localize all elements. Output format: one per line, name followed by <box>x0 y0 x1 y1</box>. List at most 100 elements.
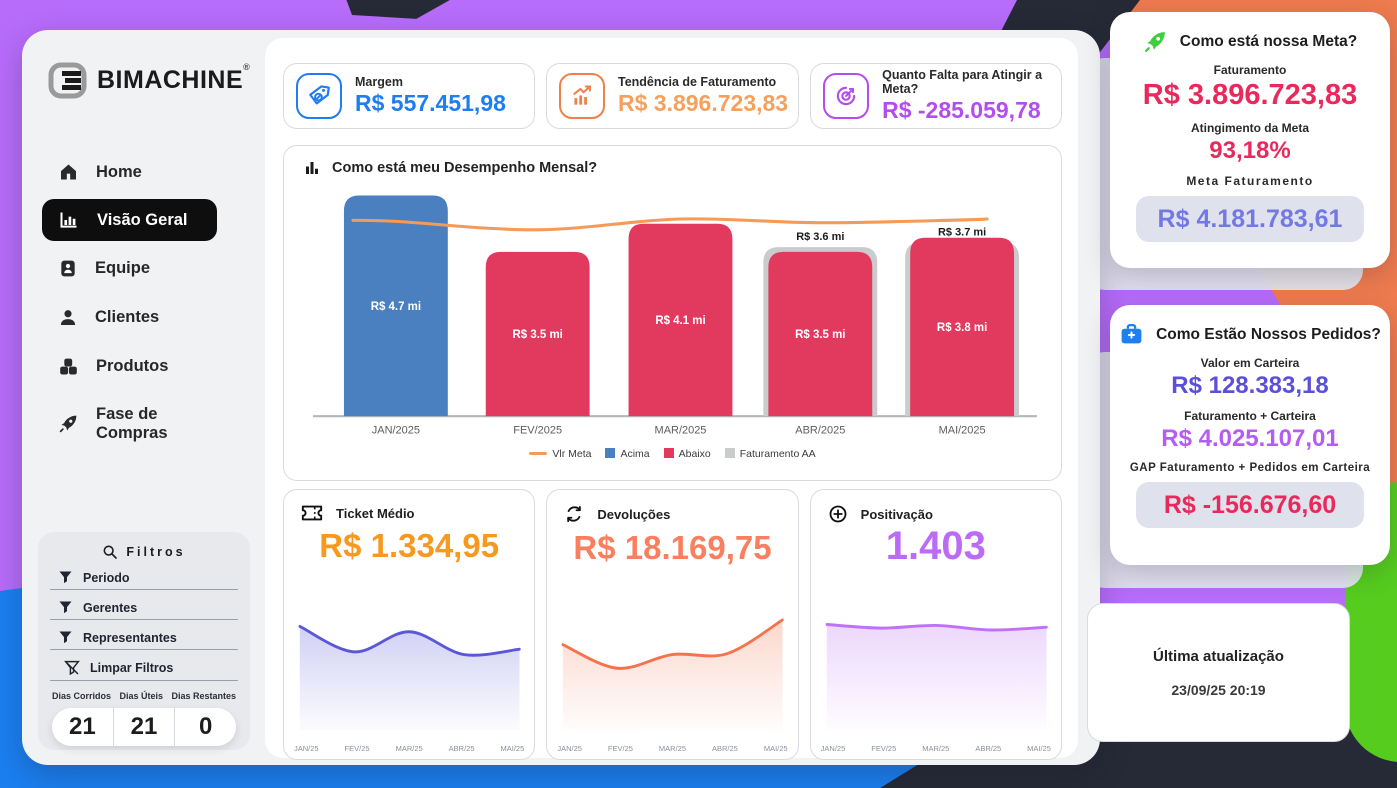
atingimento-label: Atingimento da Meta <box>1110 121 1390 135</box>
filters-panel: Filtros Periodo Gerentes Representantes … <box>38 532 250 750</box>
app-panel: BIMACHINE® Home Visão Geral Equipe <box>22 30 1100 765</box>
svg-text:R$ 3.7 mi: R$ 3.7 mi <box>938 226 986 238</box>
sparkline-x-label: ABR/25 <box>975 744 1001 753</box>
legend-item[interactable]: Abaixo <box>664 448 711 460</box>
devolucoes-sparkline <box>555 599 789 737</box>
chart-legend: Vlr Meta Acima Abaixo Faturamento AA <box>298 443 1047 465</box>
sidebar-item-label: Equipe <box>95 259 150 278</box>
kpi-card-falta-meta[interactable]: Quanto Falta para Atingir a Meta? R$ -28… <box>810 63 1062 129</box>
mini-card-header: Ticket Médio <box>284 490 534 522</box>
svg-text:R$ 4.1 mi: R$ 4.1 mi <box>655 314 705 327</box>
filter-label: Limpar Filtros <box>90 661 173 675</box>
bar-chart-icon <box>58 210 80 230</box>
pedidos-card-title: Como Estão Nossos Pedidos? <box>1156 326 1381 344</box>
last-update-title: Última atualização <box>1153 648 1284 665</box>
sparkline-x-label: MAI/25 <box>501 744 525 753</box>
sidebar-item-visao-geral[interactable]: Visão Geral <box>42 199 217 241</box>
brand-name: BIMACHINE <box>97 66 243 94</box>
filters-header: Filtros <box>50 544 238 560</box>
dias-corridos-value: 21 <box>52 708 113 746</box>
atingimento-value: 93,18% <box>1110 137 1390 165</box>
user-icon <box>58 307 78 328</box>
valor-carteira-label: Valor em Carteira <box>1110 356 1390 370</box>
svg-text:ABR/2025: ABR/2025 <box>795 425 845 437</box>
brand-logo: BIMACHINE® <box>48 62 265 99</box>
legend-swatch <box>605 448 615 458</box>
faturamento-value: R$ 3.896.723,83 <box>1110 79 1390 112</box>
bimachine-logo-icon <box>48 62 88 99</box>
dias-restantes-label: Dias Restantes <box>171 691 236 701</box>
legend-item[interactable]: Vlr Meta <box>529 448 591 460</box>
kpi-card-margem[interactable]: Margem R$ 557.451,98 <box>283 63 535 129</box>
gap-label: GAP Faturamento + Pedidos em Carteira <box>1110 462 1390 474</box>
svg-text:R$ 4.7 mi: R$ 4.7 mi <box>371 300 421 313</box>
sidebar-item-produtos[interactable]: Produtos <box>22 345 265 388</box>
sync-icon <box>564 504 584 524</box>
chart-header: Como está meu Desempenho Mensal? <box>298 159 1047 177</box>
ticket-medio-card[interactable]: Ticket Médio R$ 1.334,95 JAN/25FEV/25MAR… <box>283 489 535 760</box>
ticket-icon <box>301 504 323 522</box>
sidebar-item-label: Produtos <box>96 357 168 376</box>
filter-gerentes[interactable]: Gerentes <box>50 593 238 620</box>
sparkline-x-label: FEV/25 <box>871 744 896 753</box>
sparkline-x-label: ABR/25 <box>449 744 475 753</box>
sidebar-item-fase-de-compras[interactable]: Fase de Compras <box>22 394 265 454</box>
monthly-performance-chart[interactable]: R$ 3.6 miR$ 3.7 miR$ 4.7 miJAN/2025R$ 3.… <box>298 183 1047 443</box>
kpi-card-tendencia[interactable]: Tendência de Faturamento R$ 3.896.723,83 <box>546 63 799 129</box>
mini-card-value: R$ 18.169,75 <box>547 529 797 567</box>
funnel-icon <box>58 630 73 645</box>
filter-periodo[interactable]: Periodo <box>50 563 238 590</box>
sidebar-item-clientes[interactable]: Clientes <box>22 296 265 339</box>
positivacao-card[interactable]: Positivação 1.403 JAN/25FEV/25MAR/25ABR/… <box>810 489 1062 760</box>
svg-text:FEV/2025: FEV/2025 <box>513 425 562 437</box>
sparkline-x-label: MAI/25 <box>764 744 788 753</box>
faturamento-label: Faturamento <box>1110 63 1390 77</box>
meta-card-header: Como está nossa Meta? <box>1110 29 1390 54</box>
funnel-icon <box>58 600 73 615</box>
mini-cards-row: Ticket Médio R$ 1.334,95 JAN/25FEV/25MAR… <box>283 489 1062 760</box>
filter-label: Gerentes <box>83 601 137 615</box>
ticket-medio-sparkline <box>292 599 526 737</box>
last-update-card: Última atualização 23/09/25 20:19 <box>1087 603 1350 742</box>
target-icon <box>823 73 869 119</box>
last-update-datetime: 23/09/25 20:19 <box>1171 682 1265 698</box>
positivacao-sparkline <box>819 599 1053 737</box>
svg-text:R$ 3.5 mi: R$ 3.5 mi <box>795 328 845 341</box>
column-chart-icon <box>303 159 321 177</box>
svg-text:R$ 3.8 mi: R$ 3.8 mi <box>937 321 987 334</box>
mini-card-title: Devoluções <box>597 507 670 522</box>
kpi-label: Tendência de Faturamento <box>618 75 788 89</box>
filter-label: Periodo <box>83 571 130 585</box>
valor-carteira-value: R$ 128.383,18 <box>1110 372 1390 400</box>
pedidos-card-header: Como Estão Nossos Pedidos? <box>1110 322 1390 347</box>
mini-card-header: Devoluções <box>547 490 797 524</box>
kpi-row: Margem R$ 557.451,98 Tendência de Fatura… <box>283 63 1062 129</box>
filters-title: Filtros <box>126 545 185 559</box>
legend-item[interactable]: Acima <box>605 448 649 460</box>
sidebar-item-equipe[interactable]: Equipe <box>22 247 265 290</box>
sidebar-item-home[interactable]: Home <box>22 151 265 193</box>
svg-text:MAI/2025: MAI/2025 <box>939 425 986 437</box>
discount-tag-icon <box>296 73 342 119</box>
svg-text:JAN/2025: JAN/2025 <box>372 425 420 437</box>
filter-representantes[interactable]: Representantes <box>50 623 238 650</box>
dias-corridos-label: Dias Corridos <box>52 691 111 701</box>
dias-restantes-value: 0 <box>174 708 236 746</box>
home-icon <box>58 162 79 182</box>
legend-item[interactable]: Faturamento AA <box>725 448 816 460</box>
pedidos-summary-card: Como Estão Nossos Pedidos? Valor em Cart… <box>1110 305 1390 565</box>
sparkline-x-label: MAI/25 <box>1027 744 1051 753</box>
funnel-slash-icon <box>64 660 80 676</box>
kpi-value: R$ 3.896.723,83 <box>618 90 788 117</box>
legend-swatch <box>529 452 547 455</box>
sparkline-x-label: JAN/25 <box>821 744 846 753</box>
filter-limpar-filtros[interactable]: Limpar Filtros <box>50 653 238 681</box>
sparkline-x-label: MAR/25 <box>659 744 686 753</box>
meta-summary-card: Como está nossa Meta? Faturamento R$ 3.8… <box>1110 12 1390 268</box>
monthly-performance-card: Como está meu Desempenho Mensal? R$ 3.6 … <box>283 145 1062 481</box>
devolucoes-card[interactable]: Devoluções R$ 18.169,75 JAN/25FEV/25MAR/… <box>546 489 798 760</box>
sidebar-item-label: Fase de Compras <box>96 405 214 443</box>
sidebar-item-label: Home <box>96 163 142 182</box>
dashboard: BIMACHINE® Home Visão Geral Equipe <box>0 0 1397 788</box>
sparkline-x-labels: JAN/25FEV/25MAR/25ABR/25MAI/25 <box>821 744 1051 753</box>
